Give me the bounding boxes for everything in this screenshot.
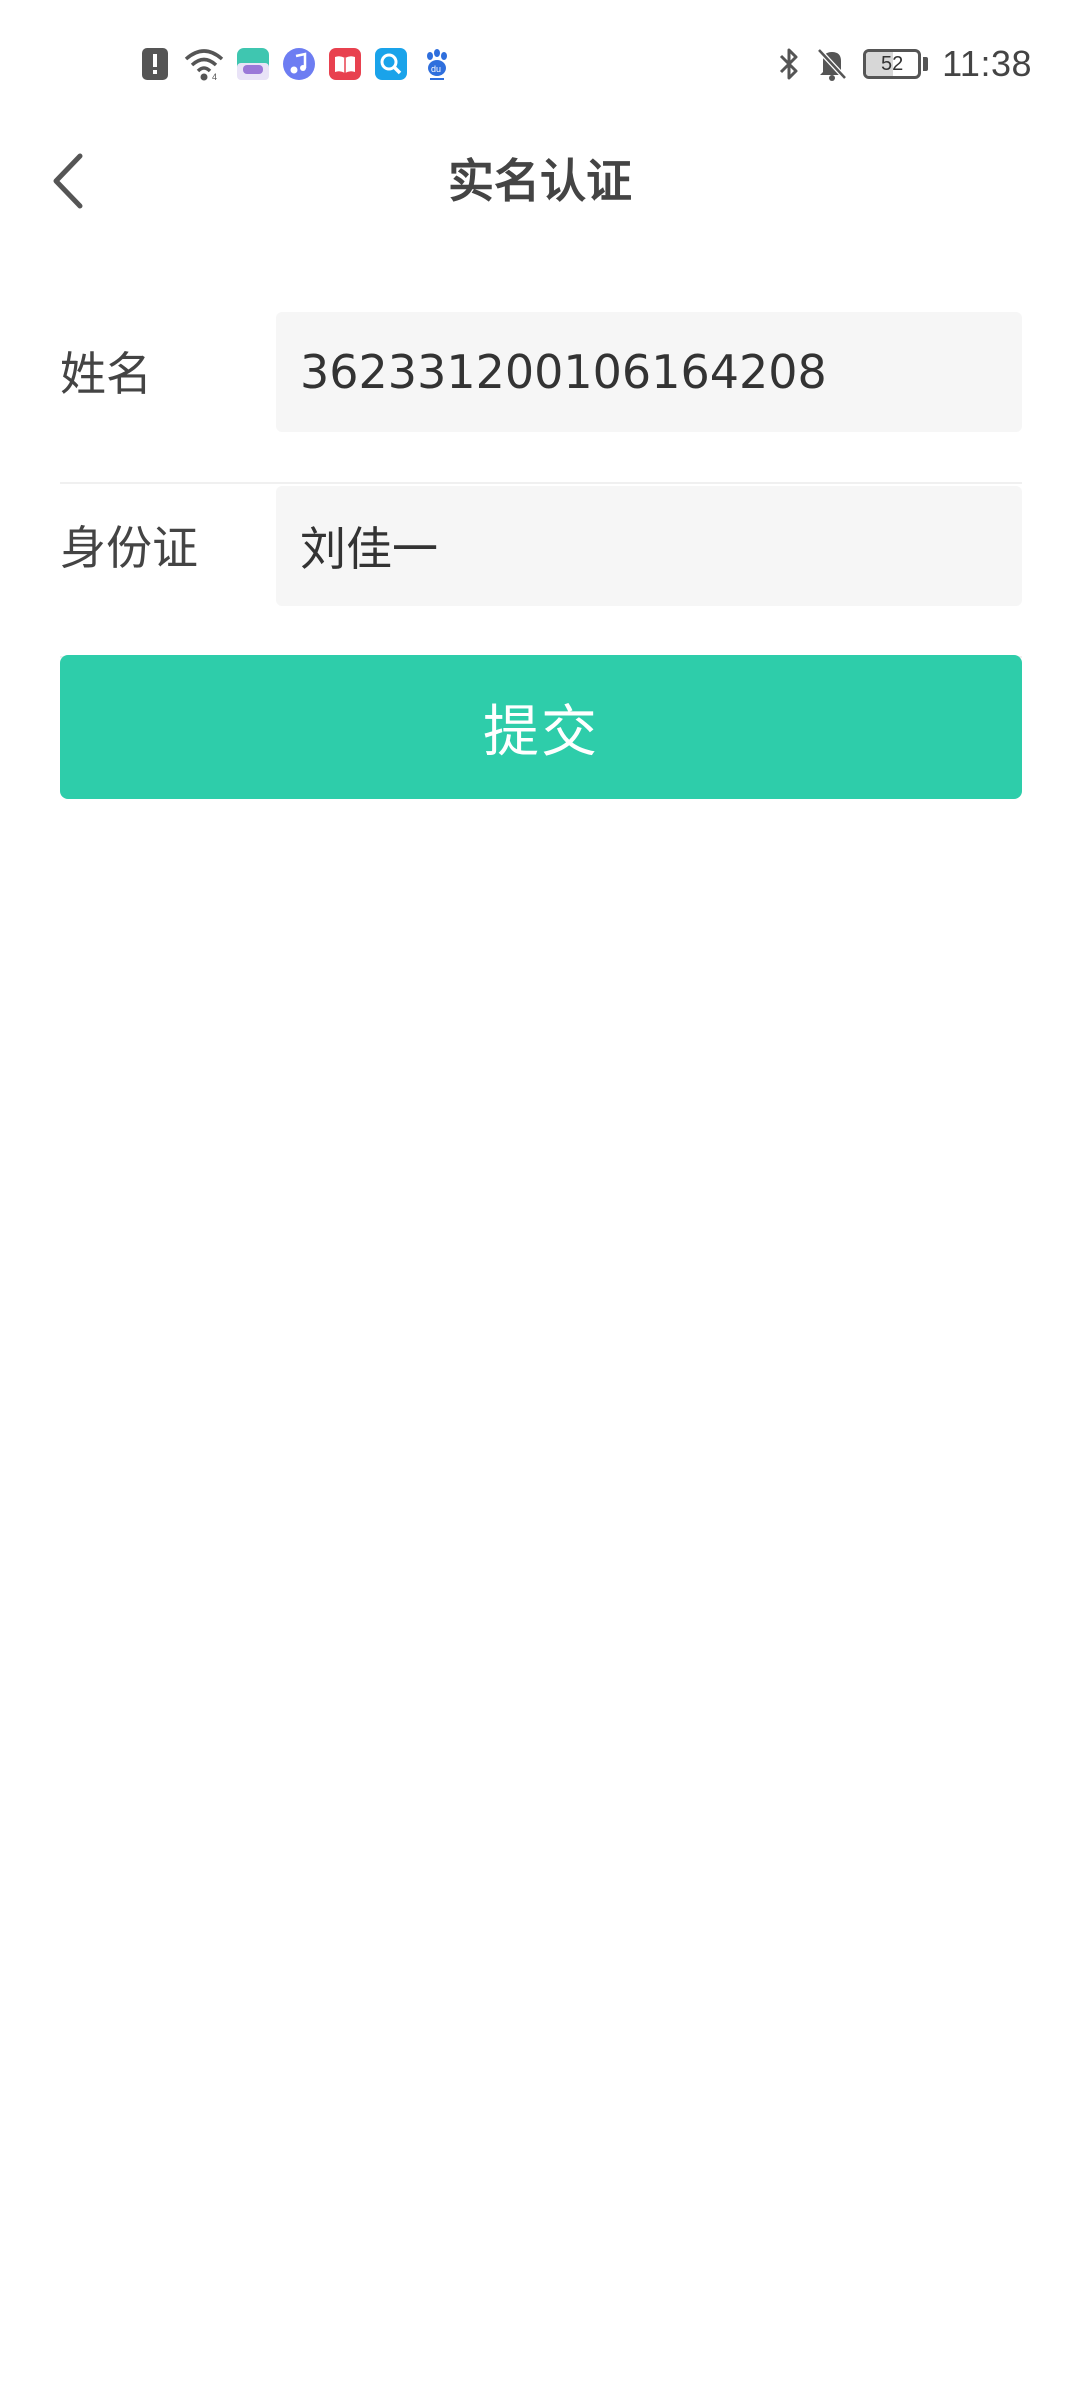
verification-form: 姓名 身份证 [60,310,1022,658]
status-time: 11:38 [942,43,1032,84]
battery-tip [923,57,929,71]
alert-icon [138,47,172,81]
submit-button[interactable]: 提交 [60,655,1022,799]
battery-icon: 52 [863,49,922,79]
form-row-id: 身份证 [60,484,1022,658]
svg-text:4: 4 [212,72,217,81]
chevron-left-icon [53,153,83,209]
status-left-icons: 4 du [138,44,454,84]
back-button[interactable] [38,148,98,214]
music-app-icon [282,47,316,81]
name-input[interactable] [276,312,1022,432]
status-bar: 4 du 52 11:38 [0,0,1080,130]
id-label: 身份证 [60,521,198,575]
id-input[interactable] [276,486,1022,606]
search-app-icon [374,47,408,81]
name-label: 姓名 [60,347,152,401]
bluetooth-icon [777,47,801,81]
screen: 4 du 52 11:38 实名认证 姓名 362331200106164208… [0,0,1080,2400]
book-app-icon [328,47,362,81]
status-right-icons: 52 11:38 [777,40,1032,88]
game-app-icon [236,47,270,81]
form-row-name: 姓名 [60,310,1022,484]
wifi-icon: 4 [184,47,224,81]
baidu-app-icon: du [420,47,454,81]
battery-indicator: 52 [863,49,929,79]
header: 实名认证 [0,130,1080,232]
battery-level: 52 [880,52,904,75]
svg-text:du: du [431,64,441,74]
bell-off-icon [815,47,849,81]
page-title: 实名认证 [448,154,632,208]
